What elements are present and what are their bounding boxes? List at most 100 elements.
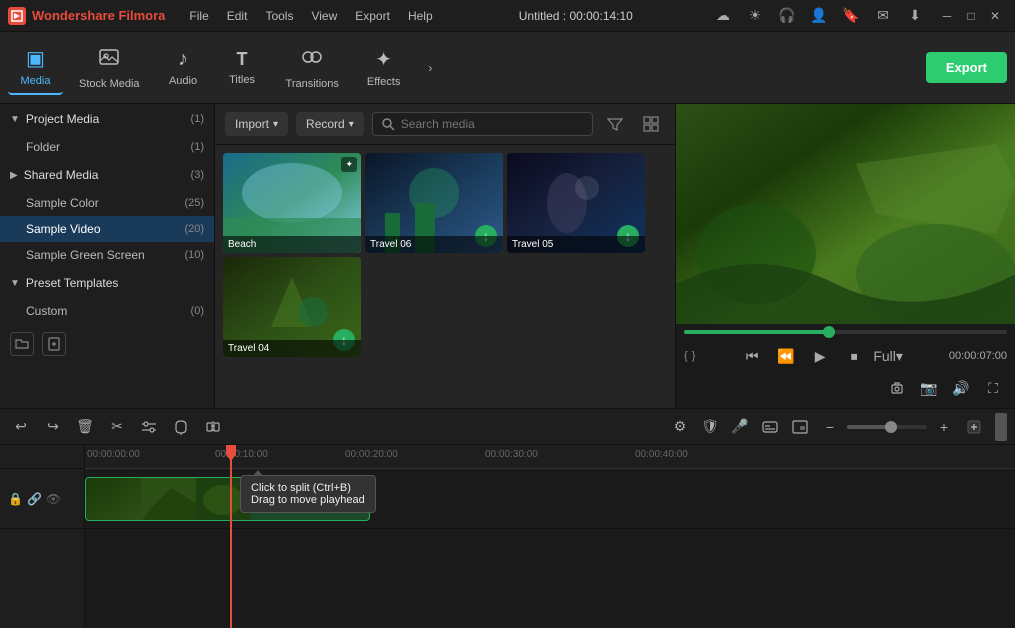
- more-tools-button[interactable]: ›: [416, 54, 444, 82]
- sidebar-project-media-count: (1): [191, 113, 204, 125]
- sidebar-item-sample-green-screen[interactable]: Sample Green Screen (10): [0, 242, 214, 268]
- tab-titles[interactable]: T Titles: [215, 43, 270, 92]
- shield-button[interactable]: 🛡: [697, 414, 723, 440]
- step-back-button[interactable]: ⏪: [772, 342, 800, 370]
- audio-detach-button[interactable]: [168, 414, 194, 440]
- sidebar-item-sample-color[interactable]: Sample Color (25): [0, 190, 214, 216]
- menu-bar: File Edit Tools View Export Help: [181, 5, 440, 27]
- skip-back-button[interactable]: ⏮: [738, 342, 766, 370]
- eye-icon[interactable]: 👁: [46, 492, 61, 506]
- travel06-label: Travel 06: [365, 236, 503, 253]
- search-input[interactable]: [401, 117, 584, 131]
- cloud-icon[interactable]: ☁: [711, 4, 735, 28]
- play-button[interactable]: ▶: [806, 342, 834, 370]
- lock-icon[interactable]: 🔒: [8, 492, 23, 506]
- import-button[interactable]: Import ▾: [225, 112, 288, 136]
- media-item-travel05[interactable]: ↓ Travel 05: [507, 153, 645, 253]
- adjust-button[interactable]: [136, 414, 162, 440]
- menu-view[interactable]: View: [303, 5, 345, 27]
- settings-button[interactable]: ⚙: [667, 414, 693, 440]
- camera-button[interactable]: 📷: [915, 374, 943, 402]
- scissors-button[interactable]: ✂: [104, 414, 130, 440]
- captions-button[interactable]: [757, 414, 783, 440]
- menu-edit[interactable]: Edit: [219, 5, 256, 27]
- snap-button[interactable]: [200, 414, 226, 440]
- export-button[interactable]: Export: [926, 52, 1007, 83]
- grid-view-button[interactable]: [637, 110, 665, 138]
- pip-button[interactable]: [787, 414, 813, 440]
- link-icon[interactable]: 🔗: [27, 492, 42, 506]
- add-track-button[interactable]: [961, 414, 987, 440]
- sidebar-item-folder[interactable]: Folder (1): [0, 134, 214, 160]
- tab-transitions[interactable]: Transitions: [274, 40, 351, 96]
- add-file-button[interactable]: [42, 332, 66, 356]
- mail-icon[interactable]: ✉: [871, 4, 895, 28]
- zoom-out-button[interactable]: −: [817, 414, 843, 440]
- sample-video-count: (20): [184, 223, 204, 235]
- headphone-icon[interactable]: 🎧: [775, 4, 799, 28]
- timeline-right-controls: ⚙ 🛡 🎤 − +: [667, 413, 1007, 441]
- stop-button[interactable]: ⏹: [840, 342, 868, 370]
- topbar-icons: ☁ ☀ 🎧 👤 🔖 ✉ ⬇: [711, 4, 927, 28]
- snapshot-button[interactable]: [883, 374, 911, 402]
- undo-button[interactable]: ↩: [8, 414, 34, 440]
- download-icon[interactable]: ⬇: [903, 4, 927, 28]
- time-mark-3: 00:00:30:00: [485, 449, 538, 460]
- maximize-button[interactable]: □: [959, 4, 983, 28]
- search-box: [372, 112, 593, 136]
- media-toolbar: Import ▾ Record ▾: [215, 104, 675, 145]
- sample-video-label: Sample Video: [26, 222, 101, 236]
- close-button[interactable]: ✕: [983, 4, 1007, 28]
- progress-knob[interactable]: [823, 326, 835, 338]
- playhead-tooltip: Click to split (Ctrl+B) Drag to move pla…: [240, 475, 376, 513]
- preview-controls: { } ⏮ ⏪ ▶ ⏹ Full▾ 00:00:07:00 📷: [676, 324, 1015, 408]
- media-item-travel06[interactable]: ↓ Travel 06: [365, 153, 503, 253]
- time-mark-4: 00:00:40:00: [635, 449, 688, 460]
- menu-file[interactable]: File: [181, 5, 216, 27]
- zoom-slider-knob[interactable]: [885, 421, 897, 433]
- timeline-toolbar: ↩ ↪ 🗑 ✂ ⚙ 🛡 🎤 −: [0, 409, 1015, 445]
- fullscreen-button[interactable]: ⛶: [979, 374, 1007, 402]
- time-mark-2: 00:00:20:00: [345, 449, 398, 460]
- menu-tools[interactable]: Tools: [257, 5, 301, 27]
- media-item-travel04[interactable]: ↓ Travel 04: [223, 257, 361, 357]
- volume-button[interactable]: 🔊: [947, 374, 975, 402]
- progress-bar[interactable]: [684, 330, 1007, 334]
- tab-media[interactable]: ▣ Media: [8, 40, 63, 95]
- sample-green-screen-count: (10): [184, 249, 204, 261]
- mic-button[interactable]: 🎤: [727, 414, 753, 440]
- sidebar-project-media-header[interactable]: ▼ Project Media (1): [0, 104, 214, 134]
- beach-label: Beach: [223, 236, 361, 253]
- sidebar-shared-media-label: Shared Media: [24, 168, 99, 182]
- record-arrow-icon: ▾: [349, 119, 354, 130]
- minimize-button[interactable]: ─: [935, 4, 959, 28]
- tooltip-line2: Drag to move playhead: [251, 494, 365, 506]
- sun-icon[interactable]: ☀: [743, 4, 767, 28]
- tab-stock-media[interactable]: Stock Media: [67, 40, 152, 96]
- progress-fill: [684, 330, 829, 334]
- quality-dropdown[interactable]: Full▾: [874, 342, 902, 370]
- zoom-in-button[interactable]: +: [931, 414, 957, 440]
- tab-audio[interactable]: ♪ Audio: [156, 42, 211, 93]
- travel04-label: Travel 04: [223, 340, 361, 357]
- bookmark-icon[interactable]: 🔖: [839, 4, 863, 28]
- main-toolbar: ▣ Media Stock Media ♪ Audio T Titles Tra…: [0, 32, 1015, 104]
- menu-help[interactable]: Help: [400, 5, 441, 27]
- sidebar-item-sample-video[interactable]: Sample Video (20): [0, 216, 214, 242]
- person-icon[interactable]: 👤: [807, 4, 831, 28]
- sidebar-shared-media-header[interactable]: ▶ Shared Media (3): [0, 160, 214, 190]
- menu-export[interactable]: Export: [347, 5, 398, 27]
- redo-button[interactable]: ↪: [40, 414, 66, 440]
- sidebar-item-custom[interactable]: Custom (0): [0, 298, 214, 324]
- panel-resize-handle[interactable]: [995, 413, 1007, 441]
- delete-button[interactable]: 🗑: [72, 414, 98, 440]
- sidebar-preset-templates-header[interactable]: ▼ Preset Templates: [0, 268, 214, 298]
- clip-thumbnail: [86, 478, 141, 520]
- tab-effects[interactable]: ✦ Effects: [355, 41, 412, 94]
- media-item-beach[interactable]: ✦ Beach: [223, 153, 361, 253]
- record-button[interactable]: Record ▾: [296, 112, 364, 136]
- add-folder-button[interactable]: [10, 332, 34, 356]
- media-icon: ▣: [26, 46, 45, 71]
- sidebar-section-shared-media: ▶ Shared Media (3): [0, 160, 214, 190]
- filter-button[interactable]: [601, 110, 629, 138]
